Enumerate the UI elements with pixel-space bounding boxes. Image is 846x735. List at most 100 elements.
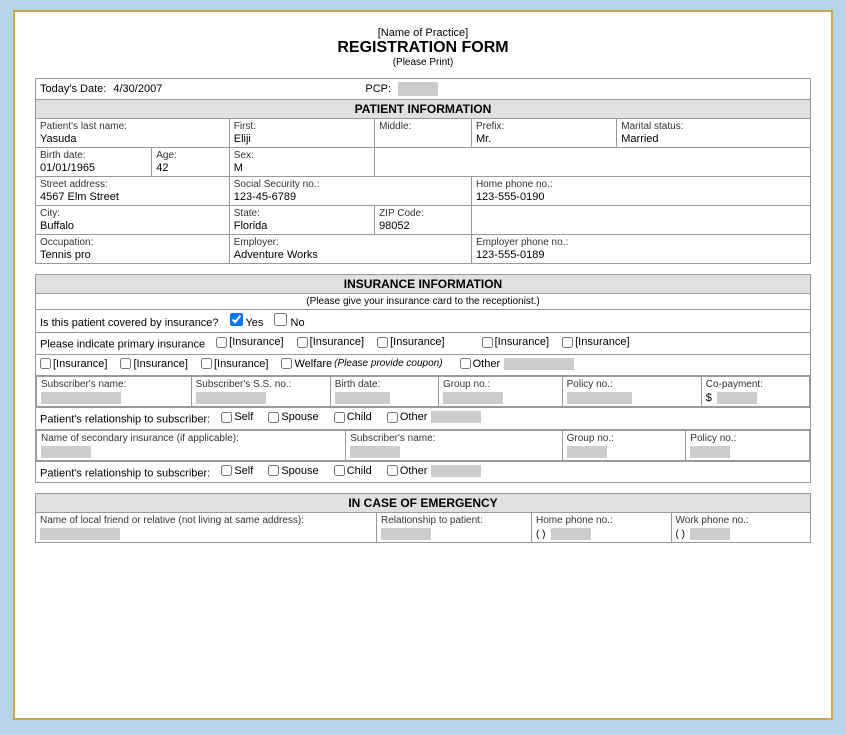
ins7-checkbox[interactable] (120, 358, 131, 369)
occupation-label: Occupation: (40, 237, 225, 248)
ins8-checkbox[interactable] (201, 358, 212, 369)
other1-value (431, 411, 481, 423)
marital-value: Married (621, 133, 806, 145)
secondary-ins-row: Name of secondary insurance (if applicab… (36, 429, 811, 461)
spouse2-checkbox[interactable] (268, 465, 279, 476)
ins7-label: [Insurance] (133, 358, 187, 370)
employer-phone-value: 123-555-0189 (476, 249, 806, 261)
secondary-subscriber-label: Subscriber's name: (350, 433, 557, 444)
ins3-label: [Insurance] (390, 336, 444, 348)
self1-label: Self (234, 411, 253, 423)
welfare-group[interactable]: Welfare (Please provide coupon) (281, 358, 442, 370)
other1-checkbox[interactable] (387, 412, 398, 423)
practice-name: [Name of Practice] (35, 27, 811, 39)
ins1-checkbox[interactable] (216, 337, 227, 348)
ins4-group[interactable]: [Insurance] (482, 336, 549, 348)
first-value: Eliji (234, 133, 370, 145)
date-pcp-row: Today's Date: 4/30/2007 PCP: (36, 79, 811, 100)
patient-section-header-row: PATIENT INFORMATION (36, 100, 811, 119)
ins7-group[interactable]: [Insurance] (120, 358, 187, 370)
age-label: Age: (156, 150, 225, 161)
other-ins-group[interactable]: Other (460, 358, 575, 370)
insurance-subtitle: (Please give your insurance card to the … (306, 296, 539, 307)
ins2-checkbox[interactable] (297, 337, 308, 348)
no-checkbox-group[interactable]: No (274, 317, 304, 329)
ins4-checkbox[interactable] (482, 337, 493, 348)
patient-info-table: Today's Date: 4/30/2007 PCP: PATIENT INF… (35, 78, 811, 264)
employer-value: Adventure Works (234, 249, 467, 261)
relationship-label: Patient's relationship to subscriber: (40, 414, 210, 426)
covered-label: Is this patient covered by insurance? (40, 317, 219, 329)
ins8-group[interactable]: [Insurance] (201, 358, 268, 370)
name-row: Patient's last name: Yasuda First: Eliji… (36, 119, 811, 148)
secondary-policy-value (690, 446, 730, 458)
other-ins-value (504, 358, 574, 370)
ins2-label: [Insurance] (310, 336, 364, 348)
ins5-group[interactable]: [Insurance] (562, 336, 629, 348)
occupation-row: Occupation: Tennis pro Employer: Adventu… (36, 235, 811, 264)
employer-label: Employer: (234, 237, 467, 248)
ins3-group[interactable]: [Insurance] (377, 336, 444, 348)
welfare-checkbox[interactable] (281, 358, 292, 369)
spouse1-label: Spouse (281, 411, 318, 423)
primary-label: Please indicate primary insurance (40, 339, 205, 351)
self1-checkbox[interactable] (221, 412, 232, 423)
ins5-checkbox[interactable] (562, 337, 573, 348)
child1-group[interactable]: Child (334, 411, 372, 423)
yes-checkbox[interactable] (230, 313, 243, 326)
self2-checkbox[interactable] (221, 465, 232, 476)
other-ins-checkbox[interactable] (460, 358, 471, 369)
secondary-value (41, 446, 91, 458)
emergency-name-label: Name of local friend or relative (not li… (40, 515, 372, 526)
emergency-header-row: IN CASE OF EMERGENCY (36, 494, 811, 513)
self2-group[interactable]: Self (221, 465, 253, 477)
please-print: (Please Print) (35, 57, 811, 68)
emergency-home-phone-format: ( ) (536, 529, 545, 540)
other2-group[interactable]: Other (387, 465, 482, 477)
secondary-ins-table: Name of secondary insurance (if applicab… (36, 430, 810, 461)
zip-value: 98052 (379, 220, 467, 232)
spouse1-checkbox[interactable] (268, 412, 279, 423)
insurance-section-title: INSURANCE INFORMATION (344, 277, 502, 291)
child1-checkbox[interactable] (334, 412, 345, 423)
child2-group[interactable]: Child (334, 465, 372, 477)
self1-group[interactable]: Self (221, 411, 253, 423)
policy-no-label: Policy no.: (567, 379, 697, 390)
date-value: 4/30/2007 (113, 83, 162, 95)
city-state-zip-row: City: Buffalo State: Florida ZIP Code: 9… (36, 206, 811, 235)
other1-group[interactable]: Other (387, 411, 482, 423)
no-checkbox[interactable] (274, 313, 287, 326)
occupation-value: Tennis pro (40, 249, 225, 261)
birth-age-sex-row: Birth date: 01/01/1965 Age: 42 Sex: M (36, 148, 811, 177)
sub-name-value (41, 392, 121, 404)
date-label: Today's Date: (40, 83, 106, 95)
ins6-label: [Insurance] (53, 358, 107, 370)
ins2-group[interactable]: [Insurance] (297, 336, 364, 348)
emergency-table: IN CASE OF EMERGENCY Name of local frien… (35, 493, 811, 543)
ins6-checkbox[interactable] (40, 358, 51, 369)
other2-checkbox[interactable] (387, 465, 398, 476)
spouse1-group[interactable]: Spouse (268, 411, 318, 423)
no-label: No (291, 317, 305, 329)
sex-value: M (234, 162, 370, 174)
child1-label: Child (347, 411, 372, 423)
ins1-group[interactable]: [Insurance] (216, 336, 283, 348)
ins6-group[interactable]: [Insurance] (40, 358, 107, 370)
primary-ins-row1: Please indicate primary insurance [Insur… (36, 333, 811, 355)
secondary-policy-label: Policy no.: (690, 433, 805, 444)
patient-section-title: PATIENT INFORMATION (355, 102, 492, 116)
ins3-checkbox[interactable] (377, 337, 388, 348)
emergency-relationship-value (381, 528, 431, 540)
primary-ins-row2: [Insurance] [Insurance] [Insurance] Welf… (36, 354, 811, 376)
street-label: Street address: (40, 179, 225, 190)
child2-checkbox[interactable] (334, 465, 345, 476)
other2-value (431, 465, 481, 477)
yes-checkbox-group[interactable]: Yes (230, 317, 267, 329)
relationship-row1: Patient's relationship to subscriber: Se… (36, 408, 811, 430)
emergency-work-phone-format: ( ) (676, 529, 685, 540)
other-ins-label: Other (473, 358, 501, 370)
spouse2-label: Spouse (281, 465, 318, 477)
group-no-label: Group no.: (443, 379, 558, 390)
spouse2-group[interactable]: Spouse (268, 465, 318, 477)
covered-row: Is this patient covered by insurance? Ye… (36, 310, 811, 333)
